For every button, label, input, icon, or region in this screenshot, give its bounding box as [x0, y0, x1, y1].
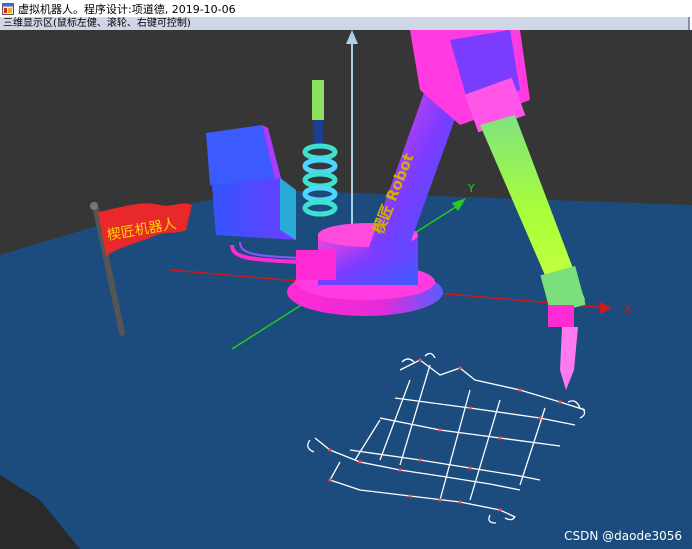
robot-base-block — [296, 250, 336, 280]
cabinet-base-side — [280, 178, 296, 240]
robot-wrist-2 — [548, 305, 574, 327]
flag-pole-top — [90, 202, 98, 210]
viewport-group-label: 三维显示区(鼠标左健、滚轮、右键可控制) — [0, 17, 690, 30]
scene-canvas[interactable]: X Y 楔匠机器人 楔匠 Robot — [0, 30, 692, 549]
window-titlebar: 虚拟机器人。程序设计:项道德, 2019-10-06 — [0, 0, 692, 17]
spring-coil — [302, 143, 338, 217]
window-title: 虚拟机器人。程序设计:项道德, 2019-10-06 — [18, 2, 236, 16]
axis-z-arrow — [346, 30, 358, 44]
spring-rod-top — [312, 80, 324, 120]
axis-x-label: X — [624, 303, 632, 316]
axis-y-label: Y — [467, 182, 475, 195]
app-window-icon — [2, 2, 14, 15]
watermark-text: CSDN @daode3056 — [564, 529, 682, 543]
3d-viewport[interactable]: X Y 楔匠机器人 楔匠 Robot CSDN @daode3056 — [0, 30, 692, 549]
